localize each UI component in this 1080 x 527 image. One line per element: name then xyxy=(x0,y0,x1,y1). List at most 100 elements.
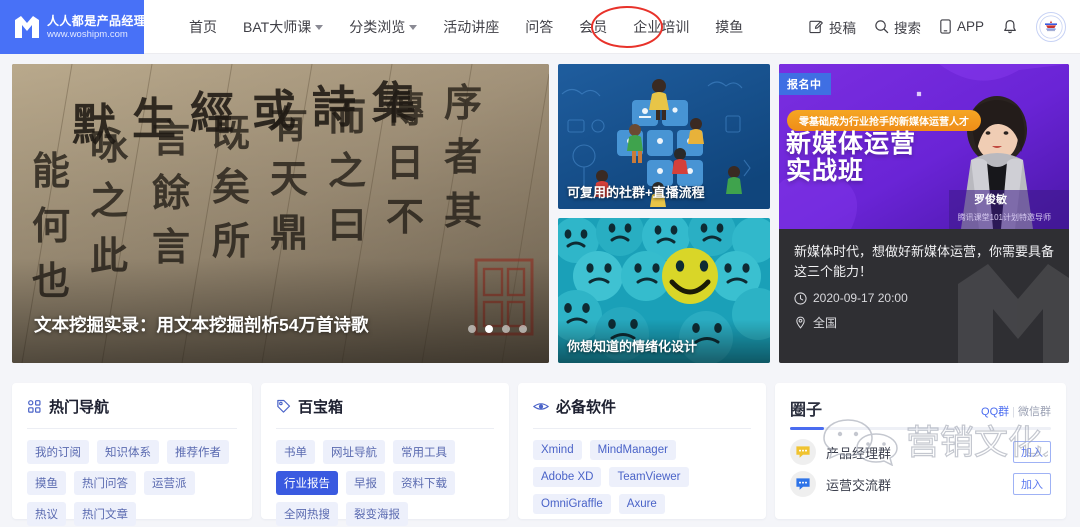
tag-item[interactable]: MindManager xyxy=(589,440,676,460)
promo-heading-line2: 实战班 xyxy=(786,157,865,185)
card-header: 热门导航 xyxy=(27,396,237,417)
tag-item[interactable]: 推荐作者 xyxy=(167,440,229,464)
compose-icon xyxy=(809,20,823,34)
divider xyxy=(27,428,237,429)
tag-item[interactable]: 裂变海报 xyxy=(346,502,408,526)
tag-item[interactable]: OmniGraffle xyxy=(533,494,611,514)
tag-item[interactable]: Adobe XD xyxy=(533,467,602,487)
promo-heading-line1: 新媒体运营 xyxy=(786,130,917,158)
promo-heading: 新媒体运营 实战班 xyxy=(786,131,916,185)
tag-item[interactable]: 运营派 xyxy=(144,471,195,495)
app-button[interactable]: APP xyxy=(939,19,984,34)
list-item[interactable]: 产品经理群 加入 xyxy=(790,439,1051,465)
nav-item-bat[interactable]: BAT大师课 xyxy=(230,0,336,54)
promo-location: 全国 xyxy=(813,316,838,331)
carousel-dot-active[interactable] xyxy=(485,325,493,333)
carousel-dots xyxy=(468,325,527,333)
tag-item[interactable]: 知识体系 xyxy=(97,440,159,464)
nav-item-moyu[interactable]: 摸鱼 xyxy=(702,0,756,54)
chat-bubble-blue-icon xyxy=(790,471,816,497)
tab-qq-group[interactable]: QQ群 xyxy=(981,406,1009,418)
search-label: 搜索 xyxy=(893,20,921,36)
card-title: 百宝箱 xyxy=(298,399,344,416)
promo-tagline: 零基础成为行业抢手的新媒体运营人才 xyxy=(787,110,981,131)
divider xyxy=(533,428,751,429)
divider xyxy=(276,428,494,429)
phone-icon xyxy=(940,19,951,34)
hero-title: 文本挖掘实录：用文本挖掘剖析54万首诗歌 xyxy=(34,315,369,335)
notifications-button[interactable] xyxy=(1002,19,1018,35)
submit-article-label: 投稿 xyxy=(828,20,856,36)
card-title: 热门导航 xyxy=(49,399,110,416)
tag-item[interactable]: 常用工具 xyxy=(393,440,455,464)
join-group-button[interactable]: 加入 xyxy=(1013,473,1051,495)
tag-icon xyxy=(277,399,291,413)
submit-article-button[interactable]: 投稿 xyxy=(809,17,856,37)
promo-speaker-name: 罗俊敏 xyxy=(974,194,1007,206)
chat-bubble-yellow-icon xyxy=(790,439,816,465)
avatar-emblem-icon xyxy=(1039,14,1063,39)
circles-inner: 圈子 QQ群 | 微信群 产品经理群 加入 运营交流群 加入 营销文化 xyxy=(790,396,1077,497)
search-button[interactable]: 搜索 xyxy=(874,17,921,37)
tag-item[interactable]: 热议 xyxy=(27,502,66,526)
nav-item-training[interactable]: 企业培训 xyxy=(620,0,702,54)
tag-list: 书单 网址导航 常用工具 行业报告 早报 资料下载 全网热搜 裂变海报 xyxy=(276,440,494,526)
circles-tabs: QQ群 | 微信群 xyxy=(981,403,1051,419)
card-toolbox: 百宝箱 书单 网址导航 常用工具 行业报告 早报 资料下载 全网热搜 裂变海报 xyxy=(261,383,509,526)
tag-list: 我的订阅 知识体系 推荐作者 摸鱼 热门问答 运营派 热议 热门文章 xyxy=(27,440,237,526)
eye-icon xyxy=(533,403,549,410)
search-icon xyxy=(875,20,889,34)
nav-item-qa[interactable]: 问答 xyxy=(512,0,566,54)
location-pin-icon xyxy=(796,316,805,329)
promo-time: 2020-09-17 20:00 xyxy=(813,291,908,306)
tag-item[interactable]: 热门文章 xyxy=(74,502,136,526)
tag-item[interactable]: 早报 xyxy=(346,471,385,495)
tag-item[interactable]: 全网热搜 xyxy=(276,502,338,526)
tag-item[interactable]: Axure xyxy=(618,494,665,514)
nav-label: BAT大师课 xyxy=(243,18,312,35)
banner-card-emotional-design[interactable]: 你想知道的情绪化设计 xyxy=(558,218,770,363)
banner-card-title: 可复用的社群+直播流程 xyxy=(567,185,705,200)
card-essential-software: 必备软件 Xmind MindManager Adobe XD TeamView… xyxy=(518,383,766,519)
nav-item-home[interactable]: 首页 xyxy=(176,0,230,54)
tag-item[interactable]: TeamViewer xyxy=(609,467,689,487)
nav-label: 摸鱼 xyxy=(715,18,744,35)
avatar[interactable] xyxy=(1036,11,1066,42)
carousel-dot[interactable] xyxy=(468,325,476,333)
tag-item[interactable]: 我的订阅 xyxy=(27,440,89,464)
site-logo[interactable]: 人人都是产品经理 www.woshipm.com xyxy=(0,0,146,54)
tag-item[interactable]: 书单 xyxy=(276,440,315,464)
circles-header: 圈子 QQ群 | 微信群 xyxy=(790,396,1051,420)
carousel-dot[interactable] xyxy=(502,325,510,333)
promo-course-card[interactable]: 报名中 零基础成为行业抢手的新媒体运营人才 新媒体运营 实战班 罗俊敏 腾讯课堂… xyxy=(779,64,1069,363)
tag-item[interactable]: Xmind xyxy=(533,440,582,460)
promo-speaker-title: 腾讯课堂101计划特邀导师 xyxy=(957,213,1051,222)
header-actions: 投稿 搜索 APP xyxy=(809,0,1080,53)
grid-icon xyxy=(28,400,41,413)
tag-item[interactable]: 摸鱼 xyxy=(27,471,66,495)
nav-item-events[interactable]: 活动讲座 xyxy=(430,0,512,54)
circles-underline xyxy=(790,427,1051,430)
tag-item[interactable]: 网址导航 xyxy=(323,440,385,464)
site-header: 人人都是产品经理 www.woshipm.com 首页 BAT大师课 分类浏览 … xyxy=(0,0,1080,54)
banner-card-community[interactable]: 可复用的社群+直播流程 xyxy=(558,64,770,209)
list-item[interactable]: 运营交流群 加入 xyxy=(790,471,1051,497)
chevron-down-icon xyxy=(409,25,418,30)
card-header: 百宝箱 xyxy=(276,396,494,417)
tag-item-active[interactable]: 行业报告 xyxy=(276,471,338,495)
nav-item-browse[interactable]: 分类浏览 xyxy=(336,0,430,54)
join-group-button[interactable]: 加入 xyxy=(1013,441,1051,463)
tag-list: Xmind MindManager Adobe XD TeamViewer Om… xyxy=(533,440,751,514)
promo-location-row: 全国 xyxy=(794,314,1054,331)
card-circles: 圈子 QQ群 | 微信群 产品经理群 加入 运营交流群 加入 营销文化 xyxy=(775,383,1077,519)
tag-item[interactable]: 资料下载 xyxy=(393,471,455,495)
carousel-dot[interactable] xyxy=(519,325,527,333)
nav-label: 企业培训 xyxy=(633,18,690,35)
main-navigation: 首页 BAT大师课 分类浏览 活动讲座 问答 会员 企业培训 摸鱼 xyxy=(176,0,756,53)
nav-item-member[interactable]: 会员 xyxy=(566,0,620,54)
tab-wechat-group[interactable]: 微信群 xyxy=(1018,406,1051,418)
hero-carousel[interactable]: 能何也 咏之此 言餘言 既矣所 有天鼎 而之曰 傳日不 序者其 或詩 生經 默集 xyxy=(12,64,549,363)
tag-item[interactable]: 热门问答 xyxy=(74,471,136,495)
group-name: 产品经理群 xyxy=(826,445,892,461)
clock-icon xyxy=(794,292,807,305)
